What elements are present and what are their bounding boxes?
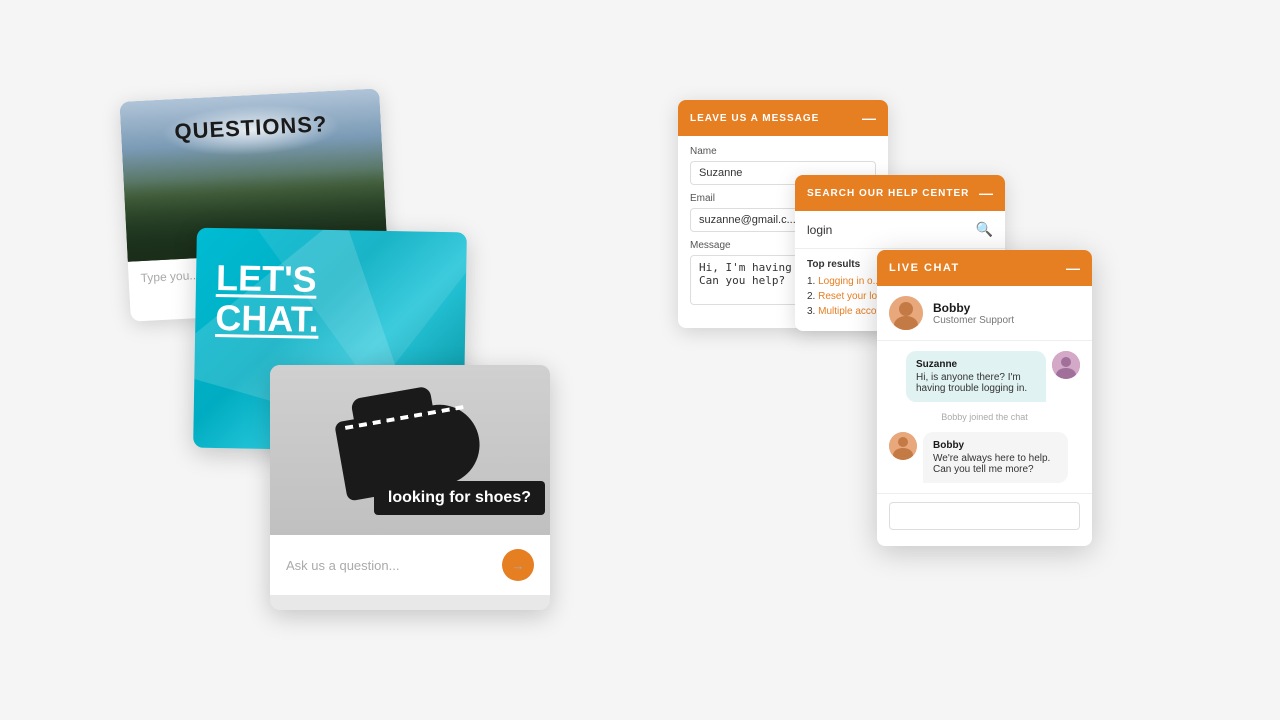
result-text-3: Multiple acco... bbox=[818, 306, 885, 317]
widget-live-chat: LIVE CHAT — Bobby Customer Support Suzan… bbox=[877, 250, 1092, 546]
result-num-1: 1. bbox=[807, 276, 818, 287]
user-avatar bbox=[1052, 351, 1080, 379]
result-text-2: Reset your lo... bbox=[818, 291, 885, 302]
looking-label: looking for shoes? bbox=[374, 481, 545, 515]
system-message-text: Bobby joined the chat bbox=[941, 412, 1028, 422]
widget-search-minimize[interactable]: — bbox=[979, 185, 993, 201]
system-message: Bobby joined the chat bbox=[889, 412, 1080, 422]
agent-avatar-svg bbox=[889, 296, 923, 330]
send-icon: → bbox=[512, 558, 525, 573]
search-input[interactable] bbox=[807, 223, 970, 237]
name-label: Name bbox=[690, 146, 876, 157]
agent-details: Bobby Customer Support bbox=[933, 301, 1014, 326]
user-bubble: Suzanne Hi, is anyone there? I'm having … bbox=[906, 351, 1046, 402]
user-name: Suzanne bbox=[916, 359, 1036, 370]
chat-messages: Suzanne Hi, is anyone there? I'm having … bbox=[877, 341, 1092, 493]
user-avatar-svg bbox=[1052, 351, 1080, 379]
agent-msg-name: Bobby bbox=[933, 440, 1058, 451]
looking-label-text: looking for shoes? bbox=[388, 489, 531, 506]
result-text-1: Logging in o... bbox=[818, 276, 881, 287]
agent-message-avatar bbox=[889, 432, 917, 460]
live-chat-input-area[interactable] bbox=[877, 493, 1092, 538]
live-chat-input[interactable] bbox=[889, 502, 1080, 530]
result-num-3: 3. bbox=[807, 306, 818, 317]
widget-message-title: LEAVE US A MESSAGE bbox=[690, 113, 819, 124]
shoes-input-placeholder: Ask us a question... bbox=[286, 558, 399, 573]
user-message-text: Hi, is anyone there? I'm having trouble … bbox=[916, 372, 1027, 394]
search-icon: 🔍 bbox=[976, 221, 993, 238]
bottom-spacer bbox=[877, 538, 1092, 546]
widget-search-header: SEARCH OUR HELP CENTER — bbox=[795, 175, 1005, 211]
widget-message-header: LEAVE US A MESSAGE — bbox=[678, 100, 888, 136]
card-shoes: looking for shoes? Ask us a question... … bbox=[270, 365, 550, 610]
agent-msg-avatar-svg bbox=[889, 432, 917, 460]
shoe-image: looking for shoes? bbox=[270, 365, 550, 535]
widget-message-minimize[interactable]: — bbox=[862, 110, 876, 126]
live-chat-title: LIVE CHAT bbox=[889, 262, 960, 274]
lets-chat-text: LET'S CHAT. bbox=[215, 258, 320, 339]
agent-message-text: We're always here to help. Can you tell … bbox=[933, 453, 1050, 475]
questions-input-placeholder: Type you... bbox=[140, 268, 199, 285]
agent-info: Bobby Customer Support bbox=[877, 286, 1092, 341]
message-user-suzanne: Suzanne Hi, is anyone there? I'm having … bbox=[889, 351, 1080, 402]
search-input-row[interactable]: 🔍 bbox=[795, 211, 1005, 249]
result-num-2: 2. bbox=[807, 291, 818, 302]
widget-search-title: SEARCH OUR HELP CENTER bbox=[807, 188, 969, 199]
live-chat-minimize[interactable]: — bbox=[1066, 260, 1080, 276]
shoes-input-area[interactable]: Ask us a question... → bbox=[270, 535, 550, 595]
agent-name: Bobby bbox=[933, 301, 1014, 315]
chat-line1: LET'S bbox=[216, 257, 317, 300]
agent-role: Customer Support bbox=[933, 315, 1014, 326]
live-chat-header: LIVE CHAT — bbox=[877, 250, 1092, 286]
send-button[interactable]: → bbox=[502, 549, 534, 581]
agent-bubble: Bobby We're always here to help. Can you… bbox=[923, 432, 1068, 483]
chat-line2: CHAT. bbox=[215, 297, 319, 340]
message-agent-bobby: Bobby We're always here to help. Can you… bbox=[889, 432, 1080, 483]
agent-avatar bbox=[889, 296, 923, 330]
